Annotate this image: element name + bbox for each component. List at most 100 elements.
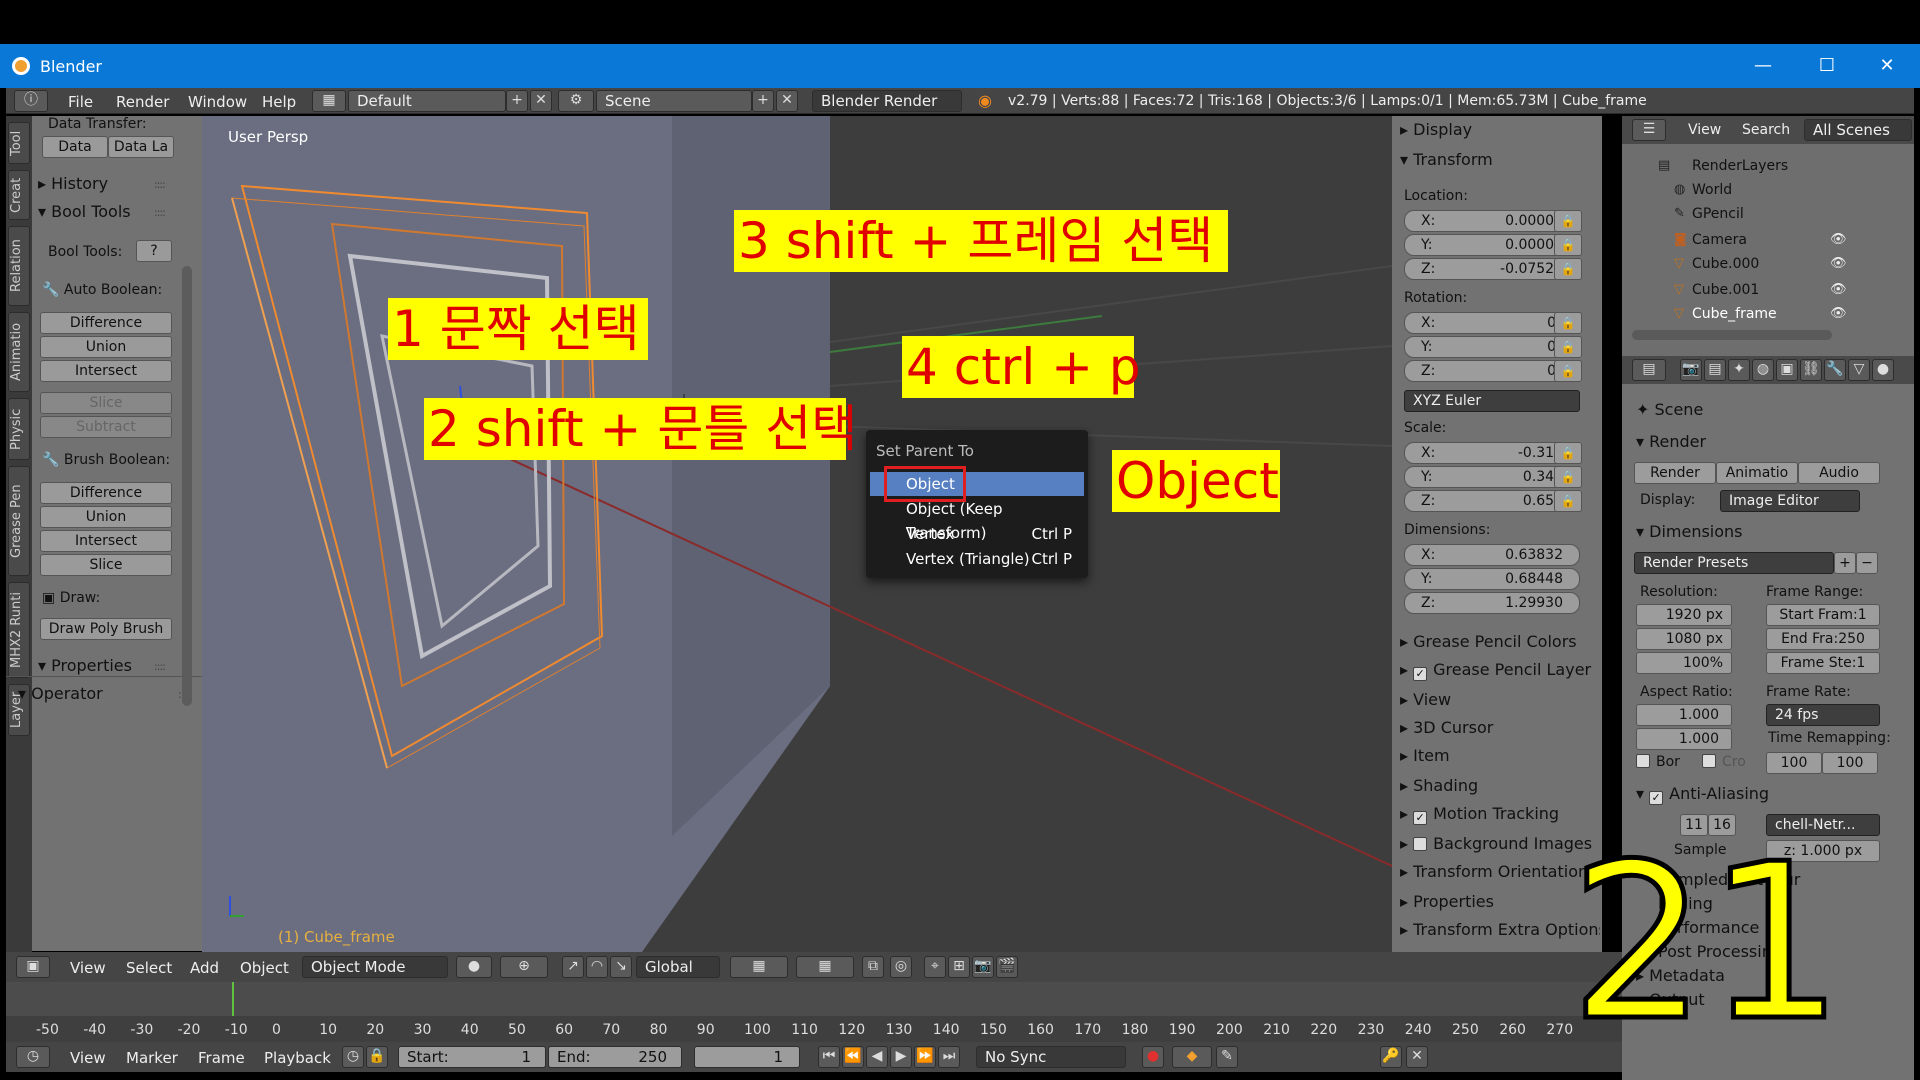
manipulator-scale-icon[interactable]: ↘ bbox=[610, 956, 632, 978]
menu-view[interactable]: View bbox=[70, 1049, 106, 1067]
properties-panel-header[interactable]: ▾ Properties bbox=[38, 656, 132, 675]
layout-field[interactable]: Default bbox=[348, 90, 506, 112]
aspect-y-field[interactable]: 1.000 bbox=[1636, 728, 1732, 750]
draw-poly-brush-button[interactable]: Draw Poly Brush bbox=[40, 618, 172, 640]
tab-create[interactable]: Creat bbox=[8, 170, 30, 220]
render-engine-select[interactable]: Blender Render bbox=[812, 90, 962, 112]
help-icon[interactable]: ? bbox=[136, 240, 172, 262]
rotation-mode-select[interactable]: XYZ Euler bbox=[1404, 390, 1580, 412]
anti-aliasing-panel-header[interactable]: ▾ ✓ Anti-Aliasing bbox=[1636, 784, 1769, 805]
auto-union-button[interactable]: Union bbox=[40, 336, 172, 358]
remap-old-field[interactable]: 100 bbox=[1766, 752, 1822, 774]
constraints-tab-icon[interactable]: ⛓ bbox=[1800, 359, 1822, 381]
lock-icon[interactable]: 🔒 bbox=[1554, 258, 1582, 280]
menu-select[interactable]: Select bbox=[126, 959, 172, 977]
menu-item-vertex[interactable]: Vertex Ctrl P bbox=[870, 522, 1084, 546]
3d-cursor-panel-header[interactable]: ▸ 3D Cursor bbox=[1400, 718, 1493, 737]
modifiers-tab-icon[interactable]: 🔧 bbox=[1824, 359, 1846, 381]
remove-preset-icon[interactable]: − bbox=[1856, 552, 1878, 574]
background-images-header[interactable]: ▸ Background Images bbox=[1400, 834, 1592, 853]
lock-icon[interactable]: 🔒 bbox=[1554, 360, 1582, 382]
start-frame-field[interactable]: Start: 1 bbox=[398, 1046, 546, 1068]
outliner-scrollbar[interactable] bbox=[1632, 330, 1832, 340]
outliner-editor-icon[interactable]: ☰ bbox=[1632, 119, 1666, 141]
brush-intersect-button[interactable]: Intersect bbox=[40, 530, 172, 552]
border-checkbox[interactable]: Bor bbox=[1636, 754, 1680, 770]
auto-subtract-button[interactable]: Subtract bbox=[40, 416, 172, 438]
outliner-row-cube000[interactable]: Cube.000 bbox=[1692, 256, 1759, 272]
frame-start-field[interactable]: Start Fram:1 bbox=[1766, 604, 1880, 626]
timeline[interactable]: -50 -40 -30 -20 -10 0 10 20 30 40 50 60 70 80 90 100 110… bbox=[6, 982, 1622, 1042]
outliner-row-gpencil[interactable]: GPencil bbox=[1692, 206, 1744, 222]
lock-icon[interactable]: 🔒 bbox=[1554, 466, 1582, 488]
pivot-icon[interactable]: ⊕ bbox=[500, 956, 548, 978]
scene-field[interactable]: Scene bbox=[596, 90, 752, 112]
keying-set-icon[interactable]: ✎ bbox=[1216, 1046, 1238, 1068]
animation-button[interactable]: Animatio bbox=[1716, 462, 1798, 484]
outliner-filter-select[interactable]: All Scenes bbox=[1804, 119, 1912, 141]
properties-editor-icon[interactable]: ▤ bbox=[1632, 359, 1666, 381]
outliner-row-renderlayers[interactable]: RenderLayers bbox=[1692, 158, 1788, 174]
frame-end-field[interactable]: End Fra:250 bbox=[1766, 628, 1880, 650]
item-panel-header[interactable]: ▸ Item bbox=[1400, 746, 1450, 765]
menu-render[interactable]: Render bbox=[116, 93, 169, 111]
snap-element-icon[interactable]: ⌖ bbox=[924, 956, 946, 978]
eye-icon[interactable]: 👁 bbox=[1830, 306, 1847, 321]
world-tab-icon[interactable]: ◍ bbox=[1752, 359, 1774, 381]
menu-help[interactable]: Help bbox=[262, 93, 296, 111]
keying-icon[interactable]: ◆ bbox=[1172, 1046, 1212, 1068]
snap-icon[interactable]: ⧉ bbox=[862, 956, 884, 978]
menu-marker[interactable]: Marker bbox=[126, 1049, 178, 1067]
mode-select[interactable]: Object Mode bbox=[302, 956, 448, 978]
menu-item-vertex-triangle[interactable]: Vertex (Triangle) Ctrl P bbox=[870, 547, 1084, 571]
render-panel-header[interactable]: ▾ Render bbox=[1636, 432, 1706, 451]
render-presets-select[interactable]: Render Presets bbox=[1634, 552, 1834, 574]
auto-difference-button[interactable]: Difference bbox=[40, 312, 172, 334]
jump-keyframe-forward-icon[interactable]: ⏩ bbox=[914, 1046, 936, 1068]
audio-button[interactable]: Audio bbox=[1798, 462, 1880, 484]
checkbox-icon[interactable]: ✓ bbox=[1649, 791, 1664, 805]
outliner-row-cube-frame[interactable]: Cube_frame bbox=[1692, 306, 1777, 322]
current-frame-field[interactable]: 1 bbox=[694, 1046, 800, 1068]
lock-range-icon[interactable]: 🔒 bbox=[366, 1046, 388, 1068]
render-anim-icon[interactable]: 🎬 bbox=[996, 956, 1018, 978]
dimensions-panel-header[interactable]: ▾ Dimensions bbox=[1636, 522, 1743, 541]
menu-frame[interactable]: Frame bbox=[198, 1049, 245, 1067]
lock-icon[interactable]: 🔒 bbox=[1554, 490, 1582, 512]
lock-icon[interactable]: 🔒 bbox=[1554, 234, 1582, 256]
auto-intersect-button[interactable]: Intersect bbox=[40, 360, 172, 382]
fps-select[interactable]: 24 fps bbox=[1766, 704, 1880, 726]
grease-pencil-colors-header[interactable]: ▸ Grease Pencil Colors bbox=[1400, 632, 1577, 651]
dimension-y-field[interactable]: Y: 0.68448 bbox=[1404, 568, 1580, 590]
viewport-editor-icon[interactable]: ▣ bbox=[16, 956, 50, 978]
screen-layout-icon[interactable]: ▦ bbox=[312, 90, 346, 112]
layers-icon[interactable]: ▦ bbox=[730, 956, 788, 978]
outliner-row-world[interactable]: World bbox=[1692, 182, 1732, 198]
resolution-percent-field[interactable]: 100% bbox=[1636, 652, 1732, 674]
shading-panel-header[interactable]: ▸ Shading bbox=[1400, 776, 1478, 795]
preview-range-icon[interactable]: ◷ bbox=[342, 1046, 364, 1068]
tab-relation[interactable]: Relation bbox=[8, 226, 30, 306]
remap-new-field[interactable]: 100 bbox=[1822, 752, 1878, 774]
menu-view[interactable]: View bbox=[70, 959, 106, 977]
view-panel-header[interactable]: ▸ View bbox=[1400, 690, 1451, 709]
insert-keyframe-icon[interactable]: 🔑 bbox=[1380, 1046, 1402, 1068]
outliner-view-menu[interactable]: View bbox=[1688, 122, 1721, 138]
scene-icon[interactable]: ⚙ bbox=[558, 90, 594, 112]
menu-file[interactable]: File bbox=[68, 93, 93, 111]
menu-add[interactable]: Add bbox=[190, 959, 219, 977]
data-tab-icon[interactable]: ▽ bbox=[1848, 359, 1870, 381]
render-tab-icon[interactable]: 📷 bbox=[1680, 359, 1702, 381]
timeline-editor-icon[interactable]: ◷ bbox=[16, 1046, 50, 1068]
manipulator-rotate-icon[interactable]: ◠ bbox=[586, 956, 608, 978]
sync-select[interactable]: No Sync bbox=[976, 1046, 1126, 1068]
add-layout-icon[interactable]: + bbox=[506, 90, 528, 112]
brush-difference-button[interactable]: Difference bbox=[40, 482, 172, 504]
delete-keyframe-icon[interactable]: ✕ bbox=[1406, 1046, 1428, 1068]
layers-icon[interactable]: ▦ bbox=[796, 956, 854, 978]
render-layers-tab-icon[interactable]: ▤ bbox=[1704, 359, 1726, 381]
bool-tools-panel-header[interactable]: ▾ Bool Tools bbox=[38, 202, 131, 221]
tab-tool[interactable]: Tool bbox=[8, 122, 30, 164]
checkbox-icon[interactable] bbox=[1413, 837, 1428, 851]
auto-slice-button[interactable]: Slice bbox=[40, 392, 172, 414]
